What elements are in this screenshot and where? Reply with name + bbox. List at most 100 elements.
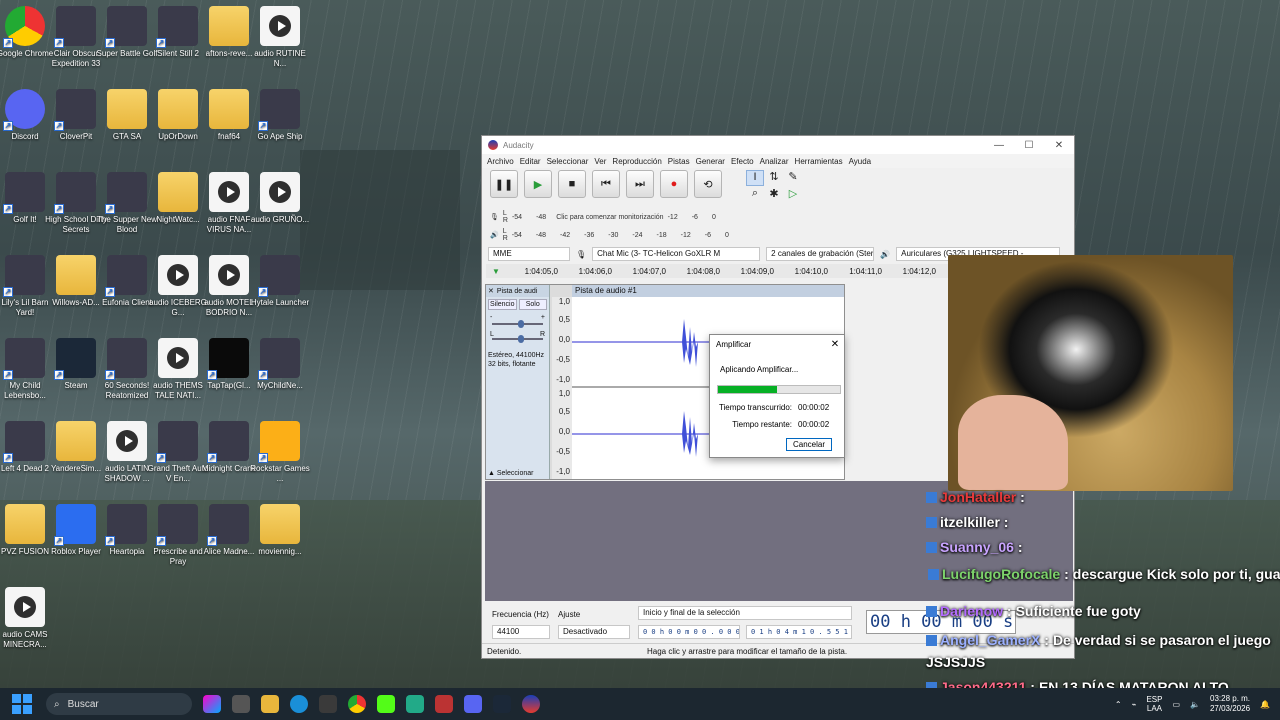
audacity-taskbar-icon[interactable] [522, 695, 540, 713]
desktop-icon[interactable]: audio GRUÑO... [249, 172, 311, 225]
close-icon[interactable]: ✕ [1044, 140, 1074, 151]
clock[interactable]: 03:28 p. m. 27/03/2026 [1210, 694, 1250, 714]
skip-start-button[interactable]: ⏮ [592, 170, 620, 198]
app-icon: ↗ [105, 338, 147, 380]
loop-button[interactable]: ⟲ [694, 170, 722, 198]
draw-tool-icon[interactable]: ✎ [784, 170, 802, 186]
mic-icon: 🎙 [490, 214, 499, 221]
selection-mode-select[interactable]: Inicio y final de la selección [638, 606, 852, 620]
kick-icon[interactable] [377, 695, 395, 713]
desktop-icon[interactable]: ↗ Go Ape Ship [249, 89, 311, 142]
menu-item[interactable]: Generar [696, 157, 725, 166]
menu-item[interactable]: Archivo [487, 157, 514, 166]
audio-icon [107, 421, 147, 461]
selection-start-field[interactable]: 0 0 h 0 0 m 0 0 . 0 0 0 s [638, 625, 740, 639]
gain-slider[interactable] [492, 320, 543, 328]
folder-icon [209, 6, 249, 46]
app-icon[interactable] [406, 695, 424, 713]
select-tool-icon[interactable]: I [746, 170, 764, 186]
steam-icon: ↗ [54, 338, 96, 380]
menu-item[interactable]: Pistas [668, 157, 690, 166]
minimize-icon[interactable]: — [984, 140, 1014, 151]
app-icon: ↗ [105, 172, 147, 214]
recording-device-select[interactable]: Chat Mic (3- TC-Helicon GoXLR M [592, 247, 761, 261]
language-indicator[interactable]: ESP LAA [1146, 695, 1162, 713]
selection-end-field[interactable]: 0 1 h 0 4 m 1 0 . 5 5 1 s [746, 625, 852, 639]
multi-tool-icon[interactable]: ✱ [765, 187, 783, 203]
folder-icon [56, 421, 96, 461]
title-bar[interactable]: Audacity — ☐ ✕ [482, 136, 1074, 154]
mute-button[interactable]: Silencio [488, 299, 517, 310]
meter-tick-label: -30 [608, 231, 619, 239]
search-box[interactable]: ⌕ Buscar [46, 693, 192, 715]
desktop-icon[interactable]: ↗ Rockstar Games ... [249, 421, 311, 484]
close-icon[interactable]: ✕ [826, 339, 844, 350]
desktop-icon[interactable]: audio CAMS MINECRA... [0, 587, 56, 650]
notification-icon[interactable]: 🔔 [1260, 700, 1270, 709]
track-close-icon[interactable]: ✕ [488, 287, 494, 295]
desktop-icon[interactable]: ↗ MyChildNe... [249, 338, 311, 391]
track-name-menu[interactable]: Pista de audi [497, 288, 537, 295]
pin-icon[interactable]: ▼ [486, 267, 508, 276]
maximize-icon[interactable]: ☐ [1014, 140, 1044, 151]
menu-item[interactable]: Editar [520, 157, 541, 166]
meter-hint[interactable]: Clic para comenzar monitorización [556, 214, 663, 221]
start-button[interactable] [12, 694, 32, 714]
hand-image [958, 395, 1068, 490]
play-at-speed-icon[interactable]: ▷ [784, 187, 802, 203]
menu-item[interactable]: Efecto [731, 157, 754, 166]
badge-icon [926, 635, 937, 646]
shortcut-arrow-icon: ↗ [258, 121, 268, 131]
record-meter[interactable]: 🎙 LR -54 -48 Clic para comenzar monitoriz… [490, 208, 716, 226]
zoom-tool-icon[interactable]: ⌕ [746, 187, 764, 203]
channels-select[interactable]: 2 canales de grabación (Ster [766, 247, 875, 261]
playback-meter[interactable]: 🔊 LR -54 -48 -42 -36 -30 -24 -18 -12 -6 0 [490, 226, 729, 244]
record-button[interactable]: ● [660, 170, 688, 198]
network-icon[interactable]: ▭ [1172, 700, 1180, 709]
chevron-up-icon[interactable]: ⌃ [1115, 700, 1122, 709]
snap-select[interactable]: Desactivado [558, 625, 630, 639]
menu-item[interactable]: Reproducción [612, 157, 661, 166]
vertical-ruler: 1,0 0,5 0,0 -0,5 -1,0 1,0 0,5 0,0 -0,5 -1,0 [552, 297, 572, 479]
shortcut-arrow-icon: ↗ [207, 453, 217, 463]
folder-icon [5, 504, 45, 544]
play-button[interactable]: ▶ [524, 170, 552, 198]
menu-item[interactable]: Ver [594, 157, 606, 166]
file-explorer-icon[interactable] [261, 695, 279, 713]
discord-icon[interactable] [464, 695, 482, 713]
pause-button[interactable]: ❚❚ [490, 170, 518, 198]
desktop-icon[interactable]: audio RUTINE N... [249, 6, 311, 69]
track-select-button[interactable]: ▲ Seleccionar [488, 470, 533, 477]
edge-icon[interactable] [290, 695, 308, 713]
chrome-icon[interactable] [348, 695, 366, 713]
menu-item[interactable]: Analizar [760, 157, 789, 166]
chat-text: descargue Kick solo por ti, guapo [1072, 566, 1280, 582]
app-icon[interactable] [435, 695, 453, 713]
meter-tick-label: -54 [511, 231, 522, 239]
clip-name[interactable]: Pista de audio #1 [572, 285, 844, 297]
skip-end-button[interactable]: ⏭ [626, 170, 654, 198]
stop-button[interactable]: ■ [558, 170, 586, 198]
shortcut-arrow-icon: ↗ [105, 287, 115, 297]
solo-button[interactable]: Solo [518, 299, 547, 310]
audio-host-select[interactable]: MME [488, 247, 570, 261]
app-icon: ↗ [105, 504, 147, 546]
cancel-button[interactable]: Cancelar [786, 438, 832, 451]
copilot-icon[interactable] [203, 695, 221, 713]
shortcut-arrow-icon: ↗ [54, 38, 64, 48]
rate-select[interactable]: 44100 [492, 625, 550, 639]
desktop-icon[interactable]: moviennig... [249, 504, 311, 557]
desktop-icon[interactable]: ↗ Hytale Launcher [249, 255, 311, 308]
task-view-icon[interactable] [232, 695, 250, 713]
steam-icon[interactable] [493, 695, 511, 713]
menu-item[interactable]: Herramientas [795, 157, 843, 166]
usb-icon[interactable]: ⌁ [1132, 700, 1137, 709]
envelope-tool-icon[interactable]: ⇅ [765, 170, 783, 186]
amplify-progress-dialog[interactable]: Amplificar ✕ Aplicando Amplificar... Tie… [709, 334, 845, 458]
xbox-icon[interactable] [319, 695, 337, 713]
track-bitdepth: 32 bits, flotante [488, 361, 536, 368]
menu-item[interactable]: Ayuda [849, 157, 872, 166]
menu-item[interactable]: Seleccionar [547, 157, 589, 166]
volume-icon[interactable]: 🔈 [1190, 700, 1200, 709]
pan-slider[interactable] [492, 335, 543, 343]
